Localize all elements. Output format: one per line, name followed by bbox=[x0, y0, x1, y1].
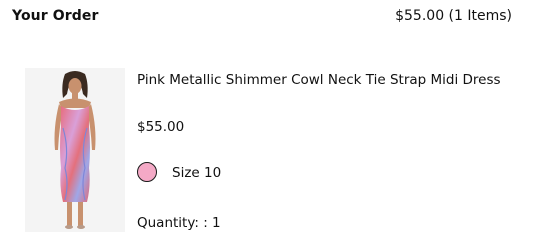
dress-photo-icon bbox=[25, 68, 125, 232]
product-image[interactable] bbox=[25, 68, 125, 232]
order-total-summary: $55.00 (1 Items) bbox=[395, 8, 512, 24]
color-swatch bbox=[137, 162, 157, 182]
order-header: Your Order $55.00 (1 Items) bbox=[0, 0, 536, 36]
product-price: $55.00 bbox=[137, 119, 185, 135]
size-label: Size 10 bbox=[172, 165, 222, 181]
order-title: Your Order bbox=[12, 8, 99, 24]
quantity-label: Quantity: : 1 bbox=[137, 215, 221, 231]
order-line-item: Pink Metallic Shimmer Cowl Neck Tie Stra… bbox=[0, 60, 536, 240]
product-name[interactable]: Pink Metallic Shimmer Cowl Neck Tie Stra… bbox=[137, 72, 501, 88]
